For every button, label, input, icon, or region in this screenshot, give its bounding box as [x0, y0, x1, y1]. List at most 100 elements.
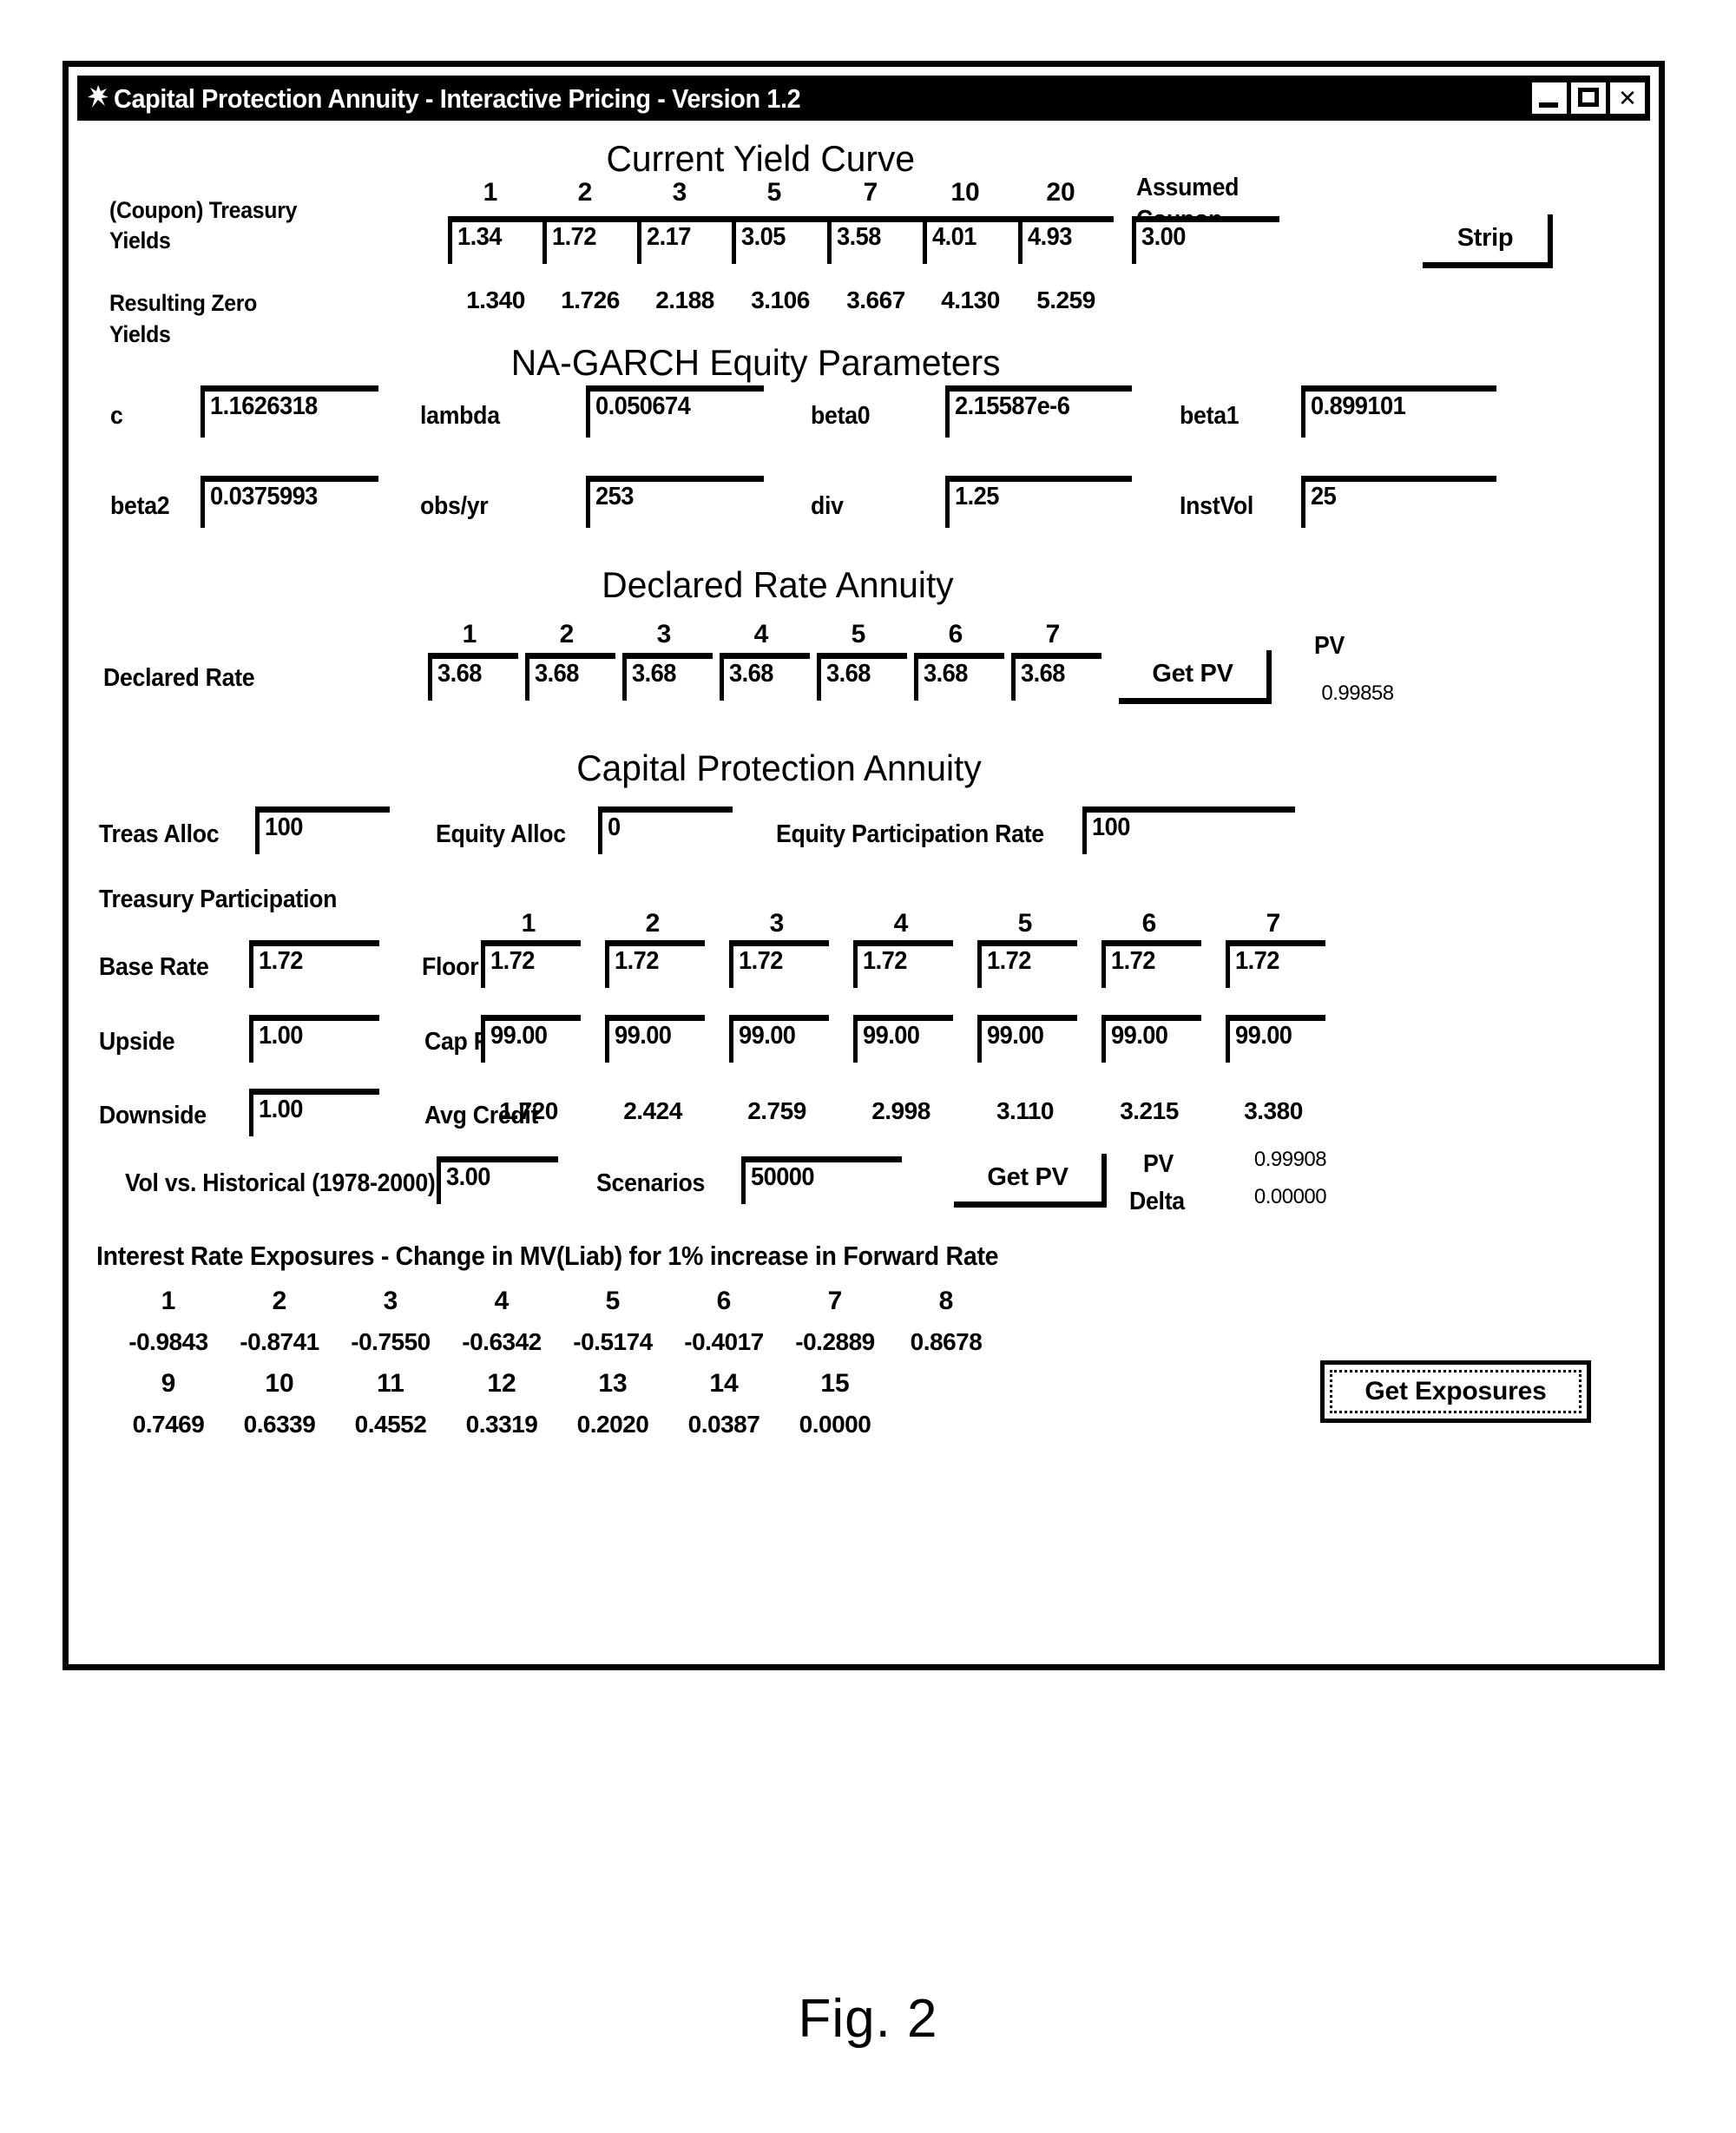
vol-field[interactable]: 3.00	[437, 1156, 558, 1204]
garch-value-lambda: 0.050674	[595, 392, 691, 420]
floor-rate-field-7[interactable]: 1.72	[1226, 940, 1325, 988]
coupon-yield-field-10[interactable]: 4.01	[923, 216, 1018, 264]
maximize-button[interactable]	[1571, 82, 1606, 114]
declared-rate-field-4[interactable]: 3.68	[720, 653, 810, 701]
floor-rate-field-1[interactable]: 1.72	[481, 940, 581, 988]
declared-rate-value-4: 3.68	[729, 660, 773, 688]
exposure-col-header-3: 3	[383, 1287, 398, 1315]
garch-label-instvol: InstVol	[1180, 492, 1254, 520]
upside-field[interactable]: 1.00	[249, 1015, 379, 1063]
declared-col-header-2: 2	[559, 620, 575, 648]
get-exposures-button[interactable]: Get Exposures	[1320, 1360, 1591, 1423]
coupon-yield-field-3[interactable]: 2.17	[637, 216, 733, 264]
cpa-get-pv-button[interactable]: Get PV	[954, 1154, 1107, 1208]
garch-field-beta0[interactable]: 2.15587e-6	[945, 385, 1132, 438]
coupon-yield-field-2[interactable]: 1.72	[542, 216, 638, 264]
garch-value-beta1: 0.899101	[1311, 392, 1406, 420]
declared-rate-field-3[interactable]: 3.68	[622, 653, 713, 701]
exposures-heading: Interest Rate Exposures - Change in MV(L…	[96, 1241, 999, 1271]
cpa-pv-value: 0.99908	[1253, 1148, 1327, 1171]
tenor-header-20: 20	[1046, 178, 1075, 207]
cap-rate-field-2[interactable]: 99.00	[605, 1015, 705, 1063]
declared-rate-value-6: 3.68	[924, 660, 968, 688]
equity-alloc-field[interactable]: 0	[598, 806, 733, 854]
declared-rate-field-1[interactable]: 3.68	[428, 653, 518, 701]
close-button[interactable]: ✕	[1610, 82, 1645, 114]
tenor-header-3: 3	[672, 178, 687, 207]
declared-rate-label: Declared Rate	[103, 664, 255, 692]
cpa-col-header-1: 1	[521, 909, 536, 938]
exposure-col-header-2: 2	[272, 1287, 287, 1315]
floor-rate-field-3[interactable]: 1.72	[729, 940, 829, 988]
coupon-yield-field-20[interactable]: 4.93	[1018, 216, 1114, 264]
exposure-value-6: -0.4017	[684, 1328, 764, 1355]
strip-button[interactable]: Strip	[1423, 214, 1553, 268]
strip-button-label: Strip	[1457, 224, 1514, 253]
garch-field-c[interactable]: 1.1626318	[201, 385, 378, 438]
garch-field-instvol[interactable]: 25	[1301, 476, 1496, 528]
avg-credit-value-5: 3.110	[996, 1097, 1055, 1124]
window-title: Capital Protection Annuity - Interactive…	[114, 82, 801, 114]
zero-yield-value-20: 5.259	[1036, 286, 1095, 313]
garch-value-beta0: 2.15587e-6	[955, 392, 1070, 420]
tenor-header-7: 7	[863, 178, 878, 207]
cap-rate-value-6: 99.00	[1111, 1022, 1168, 1050]
cap-rate-field-1[interactable]: 99.00	[481, 1015, 581, 1063]
avg-credit-value-6: 3.215	[1120, 1097, 1179, 1124]
garch-value-c: 1.1626318	[210, 392, 318, 420]
garch-value-instvol: 25	[1311, 483, 1337, 510]
cap-rate-field-7[interactable]: 99.00	[1226, 1015, 1325, 1063]
exposure-value-2: -0.8741	[240, 1328, 319, 1355]
cap-rate-field-6[interactable]: 99.00	[1101, 1015, 1201, 1063]
exposure-col-header-7: 7	[827, 1287, 843, 1315]
base-rate-field[interactable]: 1.72	[249, 940, 379, 988]
vol-vs-historical-label: Vol vs. Historical (1978-2000)	[125, 1169, 436, 1197]
declared-col-header-3: 3	[656, 620, 672, 648]
floor-rate-field-4[interactable]: 1.72	[853, 940, 953, 988]
cap-rate-field-4[interactable]: 99.00	[853, 1015, 953, 1063]
floor-rate-field-2[interactable]: 1.72	[605, 940, 705, 988]
scenarios-field[interactable]: 50000	[741, 1156, 902, 1204]
assumed-coupon-field[interactable]: 3.00	[1132, 216, 1279, 264]
floor-rate-field-6[interactable]: 1.72	[1101, 940, 1201, 988]
coupon-yield-field-5[interactable]: 3.05	[732, 216, 827, 264]
garch-field-beta2[interactable]: 0.0375993	[201, 476, 378, 528]
exposure-value-8: 0.8678	[910, 1328, 983, 1355]
garch-field-obsyr[interactable]: 253	[586, 476, 764, 528]
declared-rate-field-5[interactable]: 3.68	[817, 653, 907, 701]
downside-field[interactable]: 1.00	[249, 1089, 379, 1136]
coupon-yield-value-5: 3.05	[741, 223, 786, 251]
garch-value-beta2: 0.0375993	[210, 483, 318, 510]
cap-rate-value-1: 99.00	[490, 1022, 548, 1050]
exposure-col-header-14: 14	[709, 1369, 739, 1398]
tenor-header-10: 10	[950, 178, 980, 207]
declared-rate-field-7[interactable]: 3.68	[1011, 653, 1101, 701]
cpa-col-header-6: 6	[1141, 909, 1157, 938]
cap-rate-field-5[interactable]: 99.00	[977, 1015, 1077, 1063]
equity-alloc-value: 0	[608, 813, 621, 841]
exposure-col-header-1: 1	[161, 1287, 176, 1315]
garch-field-beta1[interactable]: 0.899101	[1301, 385, 1496, 438]
cap-rate-field-3[interactable]: 99.00	[729, 1015, 829, 1063]
coupon-yield-field-1[interactable]: 1.34	[448, 216, 543, 264]
declared-rate-field-2[interactable]: 3.68	[525, 653, 615, 701]
equity-participation-field[interactable]: 100	[1082, 806, 1295, 854]
coupon-yield-field-7[interactable]: 3.58	[827, 216, 923, 264]
minimize-button[interactable]	[1532, 82, 1567, 114]
declared-col-header-5: 5	[851, 620, 866, 648]
declared-get-pv-button[interactable]: Get PV	[1119, 650, 1272, 704]
treasury-participation-label: Treasury Participation	[99, 885, 338, 913]
declared-rate-field-6[interactable]: 3.68	[914, 653, 1004, 701]
exposure-value-12: 0.3319	[465, 1411, 538, 1438]
floor-rate-field-5[interactable]: 1.72	[977, 940, 1077, 988]
assumed-coupon-label-line1: Assumed	[1136, 174, 1240, 201]
garch-field-lambda[interactable]: 0.050674	[586, 385, 764, 438]
coupon-treasury-label-line2: Yields	[109, 227, 171, 253]
exposure-value-5: -0.5174	[573, 1328, 653, 1355]
window-titlebar: Capital Protection Annuity - Interactive…	[77, 76, 1650, 121]
tenor-header-2: 2	[577, 178, 593, 207]
garch-field-div[interactable]: 1.25	[945, 476, 1132, 528]
treas-alloc-field[interactable]: 100	[255, 806, 390, 854]
exposure-value-7: -0.2889	[795, 1328, 875, 1355]
cpa-delta-label: Delta	[1129, 1188, 1185, 1215]
